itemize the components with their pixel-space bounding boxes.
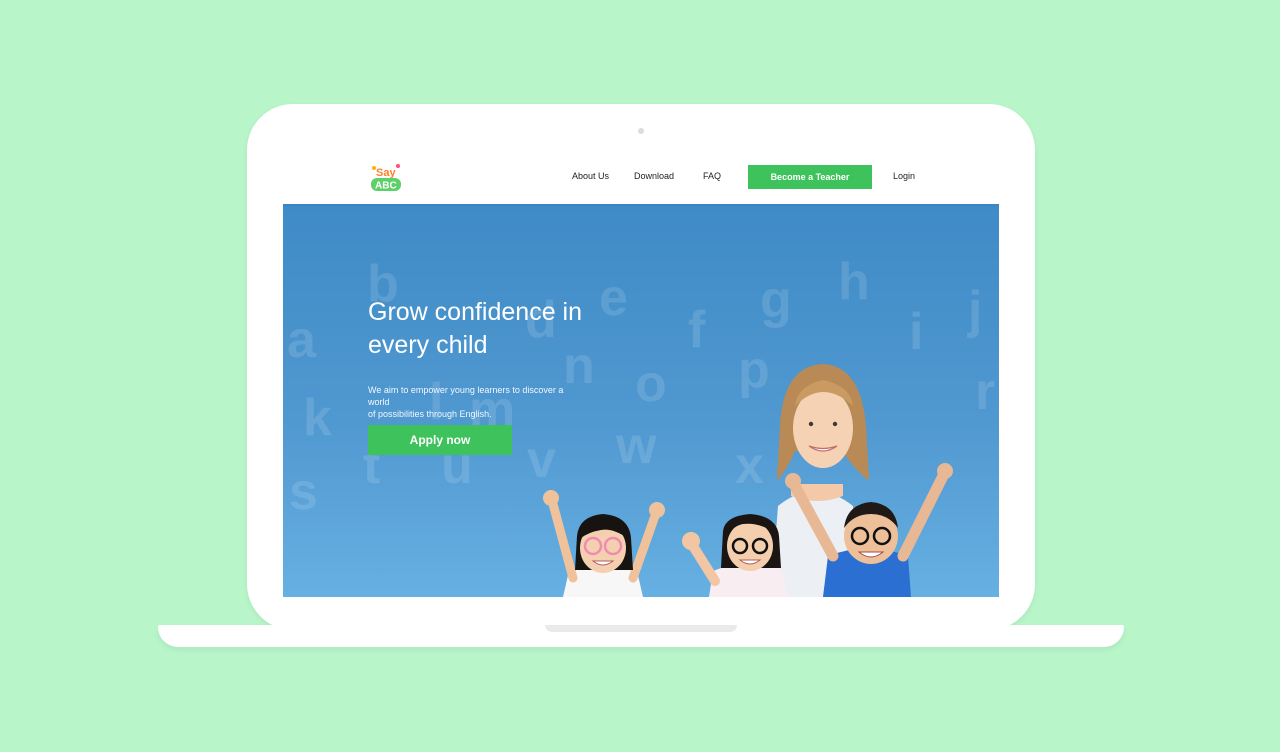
become-teacher-button[interactable]: Become a Teacher (748, 165, 872, 189)
camera-icon (638, 128, 644, 134)
apply-now-button[interactable]: Apply now (368, 425, 512, 455)
nav-faq[interactable]: FAQ (703, 171, 721, 181)
logo-text-top: Say (376, 167, 396, 179)
nav-login[interactable]: Login (893, 171, 915, 181)
bg-letter: j (968, 281, 983, 339)
hero-section: a b d e f g h i j k l m n o p r s t u v … (283, 206, 999, 597)
bg-letter: a (287, 311, 316, 369)
bg-letter: i (909, 303, 924, 361)
bg-letter: h (838, 253, 870, 311)
hero-title-line1: Grow confidence in (368, 298, 583, 326)
logo-text-bottom: ABC (375, 181, 397, 192)
hero-photo (543, 364, 953, 597)
bg-letter: g (760, 271, 792, 329)
bg-letter: s (289, 463, 318, 521)
top-navbar: Say ABC About Us Download FAQ Become a T… (283, 150, 999, 206)
girl-left-figure (543, 490, 665, 597)
bg-letter: f (688, 301, 706, 359)
laptop-notch (545, 625, 737, 632)
logo-icon: Say ABC (371, 164, 401, 192)
hero-title: Grow confidence in every child (368, 296, 608, 362)
girl-middle-figure (682, 514, 787, 597)
nav-download[interactable]: Download (634, 171, 674, 181)
nav-about-us[interactable]: About Us (572, 171, 609, 181)
bg-letter: k (303, 389, 332, 447)
laptop-screen: Say ABC About Us Download FAQ Become a T… (283, 150, 999, 597)
logo[interactable]: Say ABC (369, 162, 403, 192)
